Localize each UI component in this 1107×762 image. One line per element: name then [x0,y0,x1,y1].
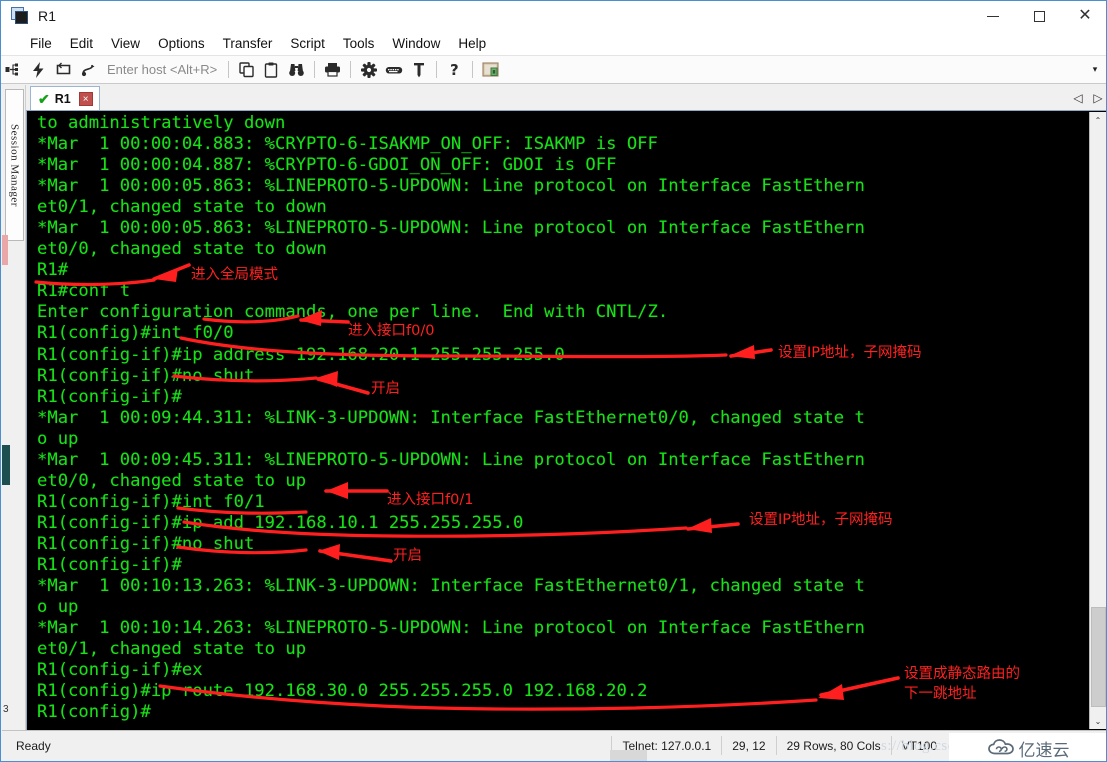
toolbar-separator [228,61,230,78]
menu-script[interactable]: Script [281,34,334,53]
quick-connect-lightning-icon[interactable] [26,58,51,82]
window-controls: ✕ [970,1,1106,32]
status-cursor-position: 29, 12 [721,736,775,755]
status-ready: Ready [16,738,51,753]
menu-window[interactable]: Window [383,34,449,53]
help-question-icon[interactable]: ? [442,58,467,82]
green-check-icon: ✔ [38,90,50,107]
scroll-down-arrow-icon[interactable]: ⌄ [1090,713,1106,729]
toolbar: Enter host <Alt+R> ? ▾ [1,56,1106,84]
minimize-button[interactable] [970,1,1016,32]
menu-options[interactable]: Options [149,34,214,53]
reconnect-icon[interactable] [51,58,76,82]
connect-icon[interactable] [1,58,26,82]
crt-terminal-window: R1 ✕ File Edit View Options Transfer Scr… [0,0,1107,762]
keymap-icon[interactable] [381,58,406,82]
menu-bar: File Edit View Options Transfer Script T… [1,32,1106,56]
print-icon[interactable] [320,58,345,82]
title-bar: R1 ✕ [1,1,1106,32]
menu-tools[interactable]: Tools [334,34,384,53]
svg-text:?: ? [450,62,459,78]
paste-icon[interactable] [259,58,284,82]
scrollbar-thumb[interactable] [1091,607,1106,707]
scroll-up-arrow-icon[interactable]: ⌃ [1090,112,1106,128]
status-emulation: VT100 [890,736,1106,755]
menu-help[interactable]: Help [449,34,495,53]
session-manager-label: Session Manager [8,123,21,207]
host-input[interactable]: Enter host <Alt+R> [107,62,217,77]
tab-nav-group: ◁ ▷ [1068,89,1106,110]
close-button[interactable]: ✕ [1062,1,1106,32]
tab-next-arrow-icon[interactable]: ▷ [1088,89,1106,107]
status-right-group: Telnet: 127.0.0.1 29, 12 29 Rows, 80 Col… [611,736,1106,755]
tab-strip: ✔ R1 × ◁ ▷ [26,85,1106,110]
menu-edit[interactable]: Edit [61,34,102,53]
key-icon[interactable] [406,58,431,82]
session-options-icon[interactable] [478,58,503,82]
settings-gear-icon[interactable] [356,58,381,82]
session-manager-rail: Session Manager 3 [2,85,26,731]
toolbar-separator [314,61,316,78]
toolbar-overflow-chevron-down-icon[interactable]: ▾ [1086,58,1104,82]
sidebar-item-session-manager[interactable]: Session Manager [5,89,24,241]
menu-file[interactable]: File [21,34,61,53]
status-scroll-nub [610,750,647,761]
disconnect-icon[interactable] [76,58,101,82]
rail-bottom-marker: 3 [3,704,9,715]
close-icon: ✕ [1078,7,1092,24]
toolbar-separator [350,61,352,78]
find-binoculars-icon[interactable] [284,58,309,82]
tab-prev-arrow-icon[interactable]: ◁ [1068,89,1088,107]
terminal-scrollbar[interactable]: ⌃ ⌄ [1089,112,1106,729]
terminal-output: to administratively down *Mar 1 00:00:04… [37,113,865,723]
tab-label: R1 [54,91,71,106]
maximize-button[interactable] [1016,1,1062,32]
toolbar-separator [436,61,438,78]
status-bar: Ready Telnet: 127.0.0.1 29, 12 29 Rows, … [2,730,1106,761]
menu-transfer[interactable]: Transfer [214,34,282,53]
terminal-panel[interactable]: to administratively down *Mar 1 00:00:04… [26,110,1106,731]
menu-view[interactable]: View [102,34,149,53]
rail-marker [2,445,10,485]
tab-r1[interactable]: ✔ R1 × [30,86,100,110]
rail-splitter-handle[interactable] [2,235,8,265]
window-stack-icon [11,7,29,25]
terminal-viewport[interactable]: to administratively down *Mar 1 00:00:04… [28,112,1089,729]
window-title: R1 [38,8,57,24]
toolbar-separator [472,61,474,78]
status-geometry: 29 Rows, 80 Cols [775,736,891,755]
copy-icon[interactable] [234,58,259,82]
tab-close-icon[interactable]: × [78,91,93,106]
